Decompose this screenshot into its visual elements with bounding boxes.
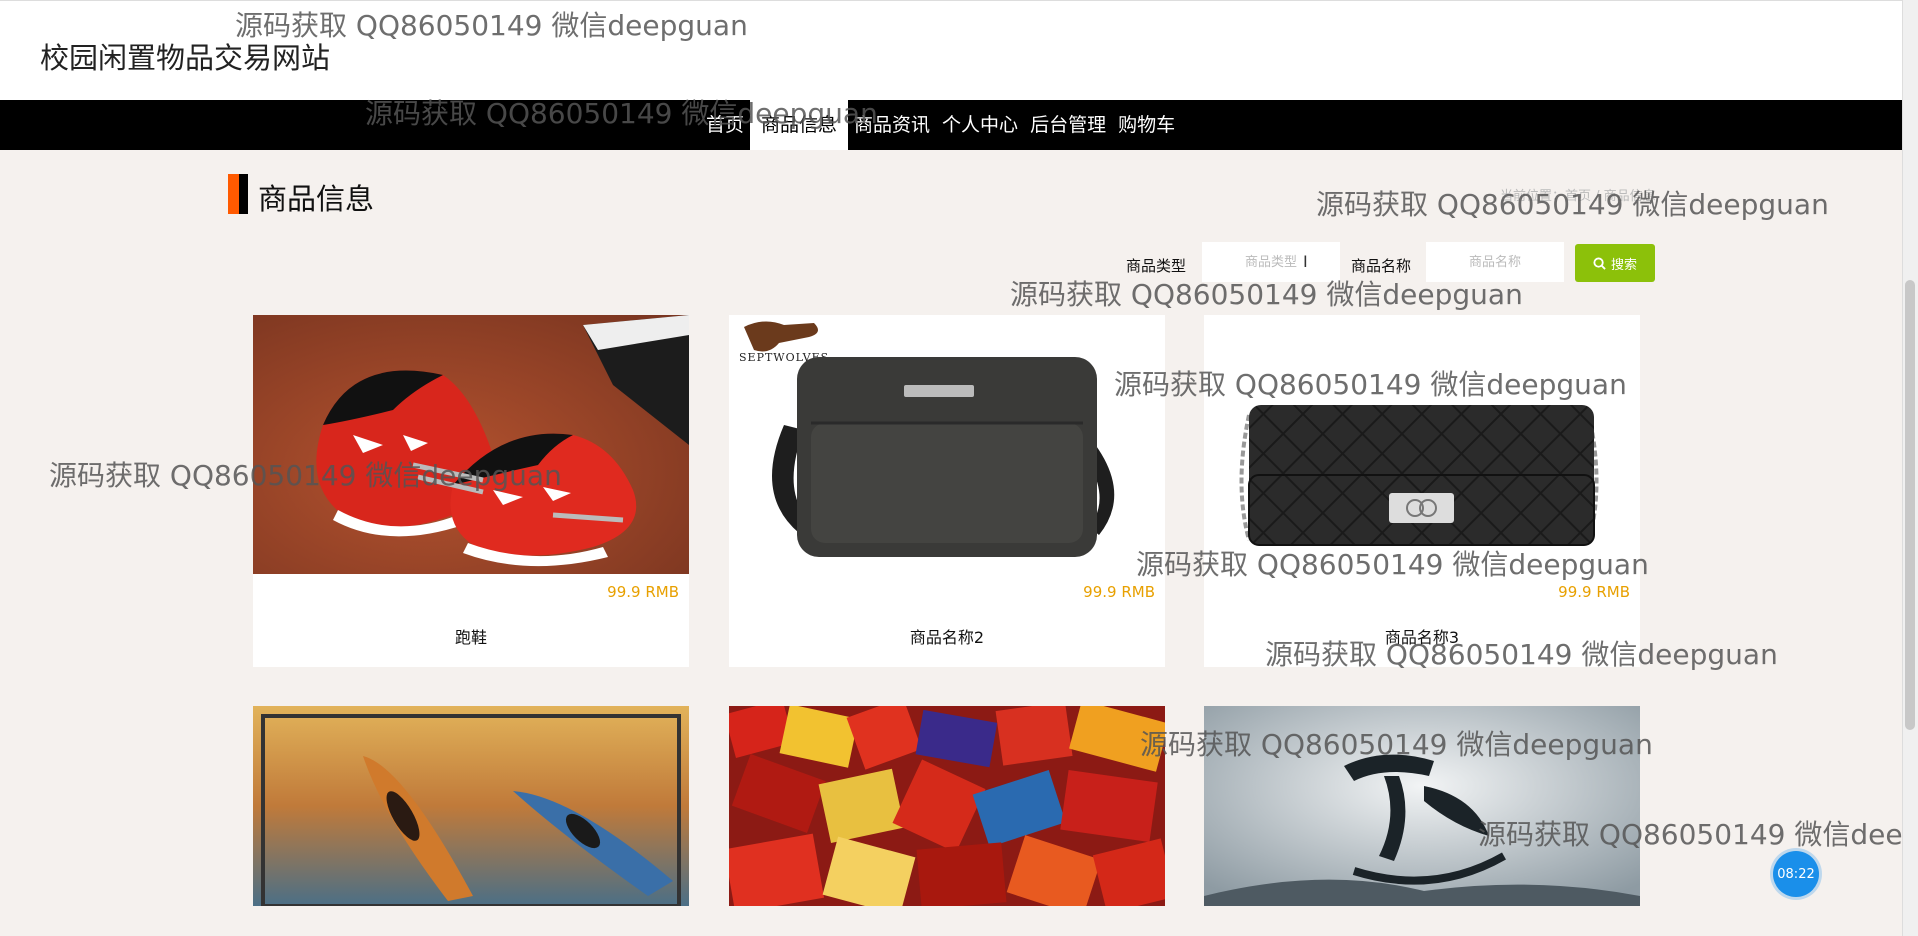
nav-item-news[interactable]: 商品资讯 (848, 100, 936, 150)
type-input[interactable] (1202, 242, 1340, 282)
nav-item-home[interactable]: 首页 (700, 100, 750, 150)
site-title: 校园闲置物品交易网站 (40, 41, 331, 75)
search-button-label: 搜索 (1610, 257, 1637, 273)
page-title: 商品信息 (258, 182, 375, 216)
clock-badge[interactable]: 08:22 (1773, 851, 1819, 897)
product-card[interactable]: SEPTWOLVES 99.9 RMB 商品名称2 (729, 315, 1165, 667)
product-name[interactable]: 商品名称3 (1204, 624, 1640, 648)
product-card[interactable]: 99.9 RMB 跑鞋 (253, 315, 689, 667)
product-name[interactable]: 跑鞋 (253, 624, 689, 648)
type-label: 商品类型 (1126, 257, 1187, 275)
name-label: 商品名称 (1351, 257, 1412, 275)
scrollbar-thumb[interactable] (1905, 280, 1915, 730)
section-marker (228, 174, 248, 214)
product-card[interactable]: 99.9 RMB 商品名称3 (1204, 315, 1640, 667)
search-button[interactable]: 搜索 (1575, 244, 1655, 282)
nav-item-admin[interactable]: 后台管理 (1024, 100, 1112, 150)
product-image-shoes[interactable] (253, 315, 689, 574)
product-card[interactable] (1204, 706, 1640, 906)
product-price: 99.9 RMB (1558, 583, 1630, 601)
product-image-kayaks[interactable] (253, 706, 689, 906)
product-image-calligraphy[interactable] (1204, 706, 1640, 906)
product-card[interactable] (729, 706, 1165, 906)
product-card[interactable] (253, 706, 689, 906)
product-name[interactable]: 商品名称2 (729, 624, 1165, 648)
product-price: 99.9 RMB (1083, 583, 1155, 601)
product-image-bag[interactable]: SEPTWOLVES (729, 315, 1165, 574)
product-image-chain-bag[interactable] (1204, 315, 1640, 574)
name-input[interactable] (1426, 242, 1564, 282)
nav-item-user-center[interactable]: 个人中心 (936, 100, 1024, 150)
main-nav: 首页 商品信息 商品资讯 个人中心 后台管理 购物车 (0, 100, 1902, 150)
nav-item-products[interactable]: 商品信息 (750, 100, 849, 150)
site-header: 校园闲置物品交易网站 (0, 0, 1902, 101)
search-icon (1593, 256, 1606, 270)
product-price: 99.9 RMB (607, 583, 679, 601)
product-image-snacks[interactable] (729, 706, 1165, 906)
nav-item-cart[interactable]: 购物车 (1112, 100, 1181, 150)
breadcrumb: 当前位置：首页 / 商品信息 (1500, 189, 1656, 204)
text-cursor-icon: I (1303, 252, 1308, 271)
